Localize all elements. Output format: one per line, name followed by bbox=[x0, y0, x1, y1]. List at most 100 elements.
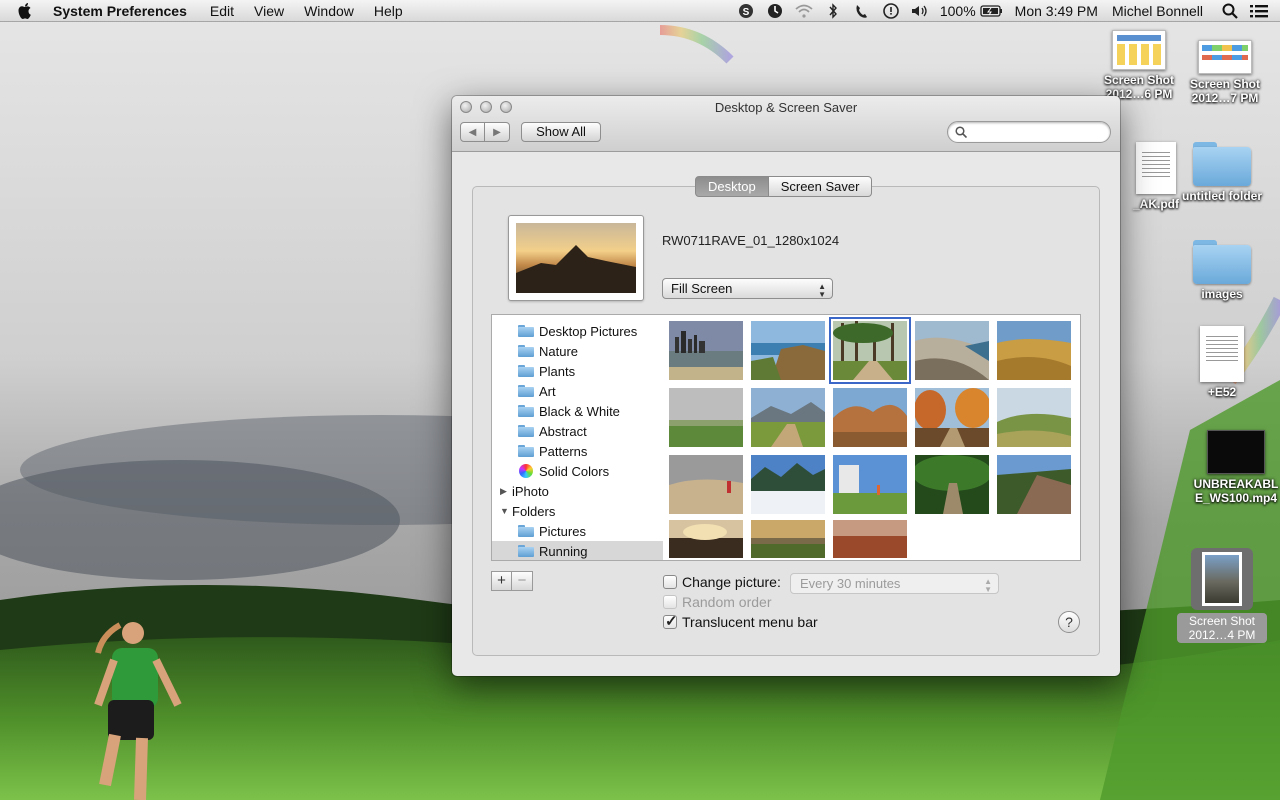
desktop-icon-screenshot-2[interactable]: Screen Shot 2012…7 PM bbox=[1180, 40, 1270, 105]
folder-icon bbox=[1193, 240, 1251, 284]
picture-thumbnail[interactable] bbox=[751, 455, 825, 514]
folder-icon bbox=[518, 385, 534, 397]
checkbox-box[interactable] bbox=[663, 575, 677, 589]
desktop-icon-images[interactable]: images bbox=[1177, 240, 1267, 301]
picture-thumbnail[interactable] bbox=[997, 321, 1071, 380]
desktop-icon-spreadsheet[interactable]: +E52 bbox=[1177, 326, 1267, 399]
source-item-pictures[interactable]: Pictures bbox=[492, 521, 663, 541]
apple-menu-icon[interactable] bbox=[17, 0, 39, 22]
phone-icon[interactable] bbox=[853, 2, 871, 20]
checkbox-box[interactable]: ✓ bbox=[663, 613, 678, 630]
source-label: Art bbox=[539, 383, 556, 399]
desktop-icon-label: +E52 bbox=[1207, 385, 1237, 399]
pdf-document-icon bbox=[1136, 142, 1176, 194]
video-file-icon bbox=[1207, 430, 1265, 474]
picture-thumbnail[interactable] bbox=[833, 520, 907, 558]
desktop-screensaver-window: Desktop & Screen Saver ◀ ▶ Show All Desk… bbox=[452, 96, 1120, 676]
preview-image bbox=[516, 223, 636, 293]
tab-desktop[interactable]: Desktop bbox=[695, 176, 769, 197]
skype-icon[interactable]: S bbox=[737, 2, 755, 20]
picture-thumbnail[interactable] bbox=[915, 388, 989, 447]
random-order-checkbox[interactable]: Random order bbox=[663, 594, 772, 610]
spotlight-search-icon[interactable] bbox=[1221, 2, 1239, 20]
desktop-icon-screenshot-3[interactable]: Screen Shot 2012…4 PM bbox=[1177, 548, 1267, 643]
help-button[interactable]: ? bbox=[1058, 611, 1080, 633]
bluetooth-icon[interactable] bbox=[824, 2, 842, 20]
battery-icon[interactable] bbox=[980, 2, 1004, 20]
menu-help[interactable]: Help bbox=[374, 3, 403, 19]
picture-thumbnail-selected[interactable] bbox=[829, 317, 911, 384]
desktop-icon-label: untitled folder bbox=[1182, 189, 1262, 203]
translucent-menu-bar-checkbox[interactable]: ✓ Translucent menu bar bbox=[663, 613, 818, 630]
interval-popup[interactable]: Every 30 minutes ▲ ▼ bbox=[790, 573, 999, 594]
picture-thumbnail[interactable] bbox=[915, 321, 989, 380]
source-item-art[interactable]: Art bbox=[492, 381, 663, 401]
search-input[interactable] bbox=[972, 124, 1102, 140]
source-group-iphoto[interactable]: ▶ iPhoto bbox=[492, 481, 663, 501]
picture-thumbnail[interactable] bbox=[997, 388, 1071, 447]
picture-filename: RW0711RAVE_01_1280x1024 bbox=[662, 233, 840, 248]
desktop-icon-screenshot-1[interactable]: Screen Shot 2012…6 PM bbox=[1094, 30, 1184, 101]
picture-thumbnail[interactable] bbox=[669, 520, 743, 558]
source-item-solid-colors[interactable]: Solid Colors bbox=[492, 461, 663, 481]
screenshot-thumb-icon bbox=[1198, 40, 1252, 74]
source-item-nature[interactable]: Nature bbox=[492, 341, 663, 361]
time-machine-icon[interactable] bbox=[766, 2, 784, 20]
source-item-black-white[interactable]: Black & White bbox=[492, 401, 663, 421]
menu-view[interactable]: View bbox=[254, 3, 284, 19]
picture-thumbnail[interactable] bbox=[751, 520, 825, 558]
remove-folder-button[interactable]: − bbox=[512, 571, 533, 591]
wifi-icon[interactable] bbox=[795, 2, 813, 20]
picture-thumbnail[interactable] bbox=[669, 321, 743, 380]
menu-edit[interactable]: Edit bbox=[210, 3, 234, 19]
battery-percent: 100% bbox=[939, 3, 976, 19]
screenshot-thumb-icon bbox=[1191, 548, 1253, 610]
fit-mode-popup[interactable]: Fill Screen ▲ ▼ bbox=[662, 278, 833, 299]
add-folder-button[interactable]: + bbox=[491, 571, 512, 591]
back-button[interactable]: ◀ bbox=[460, 122, 485, 142]
source-group-folders[interactable]: ▼ Folders bbox=[492, 501, 663, 521]
disclosure-triangle-expanded-icon[interactable]: ▼ bbox=[500, 506, 510, 516]
svg-text:S: S bbox=[743, 7, 750, 18]
desktop-icon-untitled-folder[interactable]: untitled folder bbox=[1177, 142, 1267, 203]
tab-screen-saver[interactable]: Screen Saver bbox=[768, 176, 873, 197]
menu-user[interactable]: Michel Bonnell bbox=[1112, 3, 1203, 19]
alert-icon[interactable] bbox=[882, 2, 900, 20]
source-label: Running bbox=[539, 543, 588, 559]
picture-thumbnail[interactable] bbox=[669, 388, 743, 447]
source-item-running[interactable]: Running bbox=[492, 541, 663, 560]
source-item-desktop-pictures[interactable]: Desktop Pictures bbox=[492, 321, 663, 341]
picture-thumbnail[interactable] bbox=[997, 455, 1071, 514]
source-item-patterns[interactable]: Patterns bbox=[492, 441, 663, 461]
popup-arrows-icon: ▲ ▼ bbox=[984, 577, 992, 594]
folder-icon bbox=[518, 445, 534, 457]
forward-button[interactable]: ▶ bbox=[485, 122, 510, 142]
picture-thumbnail[interactable] bbox=[751, 388, 825, 447]
folder-icon bbox=[518, 365, 534, 377]
search-field[interactable] bbox=[947, 121, 1111, 143]
checkbox-label: Change picture: bbox=[682, 574, 781, 590]
disclosure-triangle-collapsed-icon[interactable]: ▶ bbox=[500, 486, 510, 497]
source-item-plants[interactable]: Plants bbox=[492, 361, 663, 381]
popup-arrows-icon: ▲ ▼ bbox=[818, 282, 826, 299]
source-label: Pictures bbox=[539, 523, 586, 539]
picture-thumbnail[interactable] bbox=[669, 455, 743, 514]
show-all-button[interactable]: Show All bbox=[521, 122, 601, 142]
volume-icon[interactable] bbox=[911, 2, 929, 20]
source-list[interactable]: Desktop Pictures Nature Plants Art Black… bbox=[491, 314, 664, 561]
picture-thumbnail[interactable] bbox=[751, 321, 825, 380]
menu-window[interactable]: Window bbox=[304, 3, 354, 19]
change-picture-checkbox[interactable]: Change picture: bbox=[663, 574, 781, 590]
source-item-abstract[interactable]: Abstract bbox=[492, 421, 663, 441]
notification-list-icon[interactable] bbox=[1250, 2, 1268, 20]
desktop-icon-video[interactable]: UNBREAKABLE_WS100.mp4 bbox=[1193, 430, 1279, 505]
checkbox-box[interactable] bbox=[663, 595, 677, 609]
picture-thumbnail[interactable] bbox=[833, 388, 907, 447]
spreadsheet-document-icon bbox=[1200, 326, 1244, 382]
menu-clock[interactable]: Mon 3:49 PM bbox=[1015, 3, 1098, 19]
picture-thumbnail[interactable] bbox=[833, 455, 907, 514]
menu-app-name[interactable]: System Preferences bbox=[53, 3, 187, 19]
picture-thumbnail[interactable] bbox=[915, 455, 989, 514]
folder-icon bbox=[1193, 142, 1251, 186]
desktop-icon-label: Screen Shot 2012…4 PM bbox=[1177, 613, 1267, 643]
